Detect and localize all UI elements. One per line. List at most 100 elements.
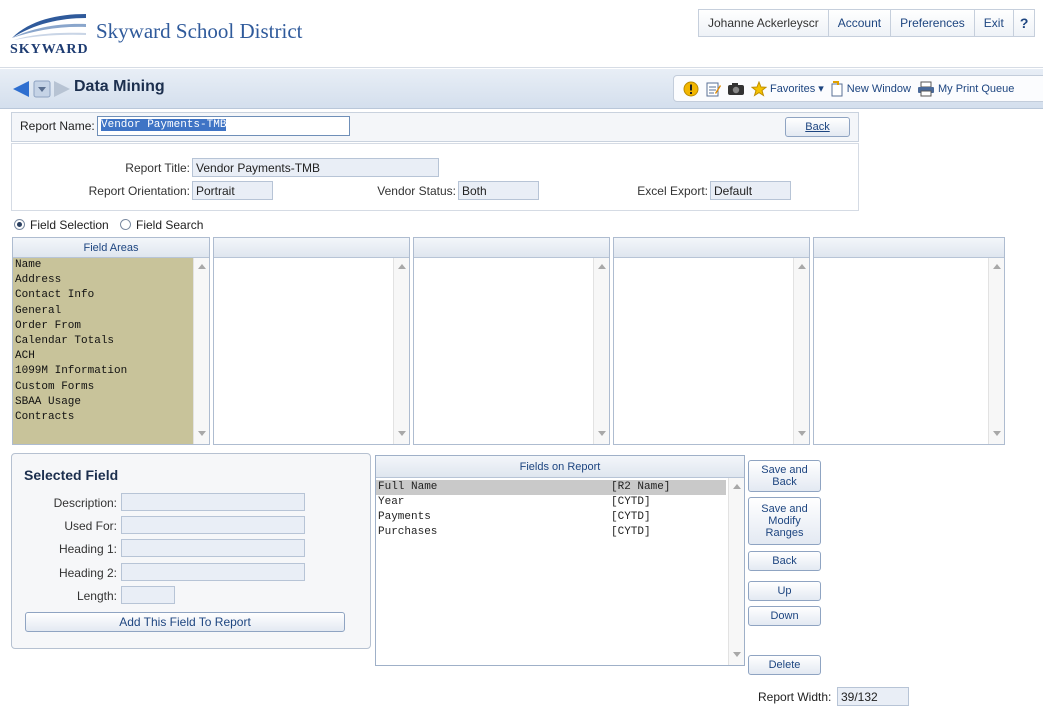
field-code: [CYTD] [611,526,651,538]
report-title-field: Vendor Payments-TMB [192,158,439,177]
vendor-status-field: Both [458,181,539,200]
report-orientation-field: Portrait [192,181,273,200]
preferences-link[interactable]: Preferences [890,10,974,36]
list-item[interactable]: Custom Forms [13,380,193,395]
field-pane-4-scrollbar[interactable] [793,258,809,444]
user-name: Johanne Ackerleyscr [708,16,819,30]
table-row[interactable]: Payments [CYTD] [376,510,726,525]
printer-icon [917,81,934,96]
camera-icon[interactable] [727,81,745,97]
field-areas-scrollbar[interactable] [193,258,209,444]
vendor-status-label: Vendor Status: [377,184,456,198]
new-window-label: New Window [846,82,911,95]
field-pane-3-header [414,238,609,258]
list-item[interactable]: Name [13,258,193,273]
field-search-label[interactable]: Field Search [136,218,203,232]
exit-link[interactable]: Exit [973,10,1013,36]
favorites-label: Favorites [770,82,816,95]
heading-1-field[interactable] [121,539,305,557]
list-item[interactable]: Calendar Totals [13,334,193,349]
heading-2-field[interactable] [121,563,305,581]
add-field-button[interactable]: Add This Field To Report [25,612,345,632]
field-name: Year [378,496,405,508]
field-pane-5-list[interactable] [814,258,988,444]
forward-arrow-icon[interactable] [52,80,72,101]
report-width-value: 39/132 [837,687,909,706]
skyward-logo: SKYWARD [10,8,88,60]
excel-export-field: Default [710,181,791,200]
description-field[interactable] [121,493,305,511]
field-pane-2-scrollbar[interactable] [393,258,409,444]
field-pane-3-scrollbar[interactable] [593,258,609,444]
field-selection-radio[interactable] [14,219,25,230]
field-areas-header: Field Areas [13,238,209,258]
back-arrow-icon[interactable] [11,80,31,101]
table-row[interactable]: Year [CYTD] [376,495,726,510]
fields-on-report-panel: Fields on Report Full Name [R2 Name] Yea… [375,455,745,666]
new-window-icon [831,80,843,96]
excel-export-label: Excel Export: [637,184,708,198]
page-title: Data Mining [74,78,165,95]
list-item[interactable]: SBAA Usage [13,395,193,410]
field-pane-5-scrollbar[interactable] [988,258,1004,444]
field-name: Payments [378,511,431,523]
field-pane-4-list[interactable] [614,258,793,444]
skyward-swoosh-icon [12,14,86,40]
used-for-field[interactable] [121,516,305,534]
fields-on-report-header: Fields on Report [376,456,744,478]
list-item[interactable]: ACH [13,349,193,364]
table-row[interactable]: Purchases [CYTD] [376,525,726,540]
list-item[interactable]: Contracts [13,410,193,425]
field-areas-list[interactable]: Name Address Contact Info General Order … [13,258,193,444]
toolbar: Favorites ▾ New Window My Print Queue [673,75,1043,102]
field-code: [R2 Name] [611,481,671,493]
print-queue-link[interactable]: My Print Queue [917,81,1014,97]
favorites-menu[interactable]: Favorites ▾ [751,80,824,97]
list-item[interactable]: 1099M Information [13,364,193,379]
field-search-radio[interactable] [120,219,131,230]
move-up-button[interactable]: Up [748,581,821,601]
report-width-label: Report Width: [758,690,832,704]
move-down-button[interactable]: Down [748,606,821,626]
description-label: Description: [53,496,117,510]
new-window-link[interactable]: New Window [830,80,911,97]
save-and-back-button[interactable]: Save and Back [748,460,821,492]
field-name: Purchases [378,526,438,538]
chevron-down-icon: ▾ [818,83,824,95]
field-code: [CYTD] [611,511,651,523]
notes-icon[interactable] [705,81,721,97]
field-pane-5-header [814,238,1004,258]
field-pane-5 [813,237,1005,445]
save-and-modify-ranges-button[interactable]: Save and Modify Ranges [748,497,821,545]
table-row[interactable]: Full Name [R2 Name] [376,480,726,495]
district-name: Skyward School District [96,19,303,43]
list-item[interactable]: Address [13,273,193,288]
list-item[interactable]: Order From [13,319,193,334]
length-field[interactable] [121,586,175,604]
field-pane-3-list[interactable] [414,258,593,444]
history-dropdown-icon[interactable] [33,80,51,101]
logo-wordmark: SKYWARD [10,42,89,57]
account-link[interactable]: Account [827,10,890,36]
used-for-label: Used For: [64,519,117,533]
selected-field-title: Selected Field [24,467,119,483]
report-name-label: Report Name: [20,119,95,133]
field-selection-label[interactable]: Field Selection [30,218,109,232]
field-pane-2-header [214,238,409,258]
fields-on-report-scrollbar[interactable] [728,478,744,665]
alert-icon[interactable] [683,81,699,97]
star-icon [751,80,767,97]
back-button[interactable]: Back [785,117,850,137]
length-label: Length: [76,589,117,603]
report-name-value: Vendor Payments-TMB [101,119,227,131]
back-action-button[interactable]: Back [748,551,821,571]
field-pane-2-list[interactable] [214,258,393,444]
report-title-label: Report Title: [125,161,190,175]
list-item[interactable]: General [13,304,193,319]
help-button[interactable]: ? [1012,10,1035,36]
delete-button[interactable]: Delete [748,655,821,675]
list-item[interactable]: Contact Info [13,288,193,303]
back-button-label: Back [805,121,830,133]
field-name: Full Name [378,481,438,493]
report-name-input[interactable]: Vendor Payments-TMB [97,116,350,136]
